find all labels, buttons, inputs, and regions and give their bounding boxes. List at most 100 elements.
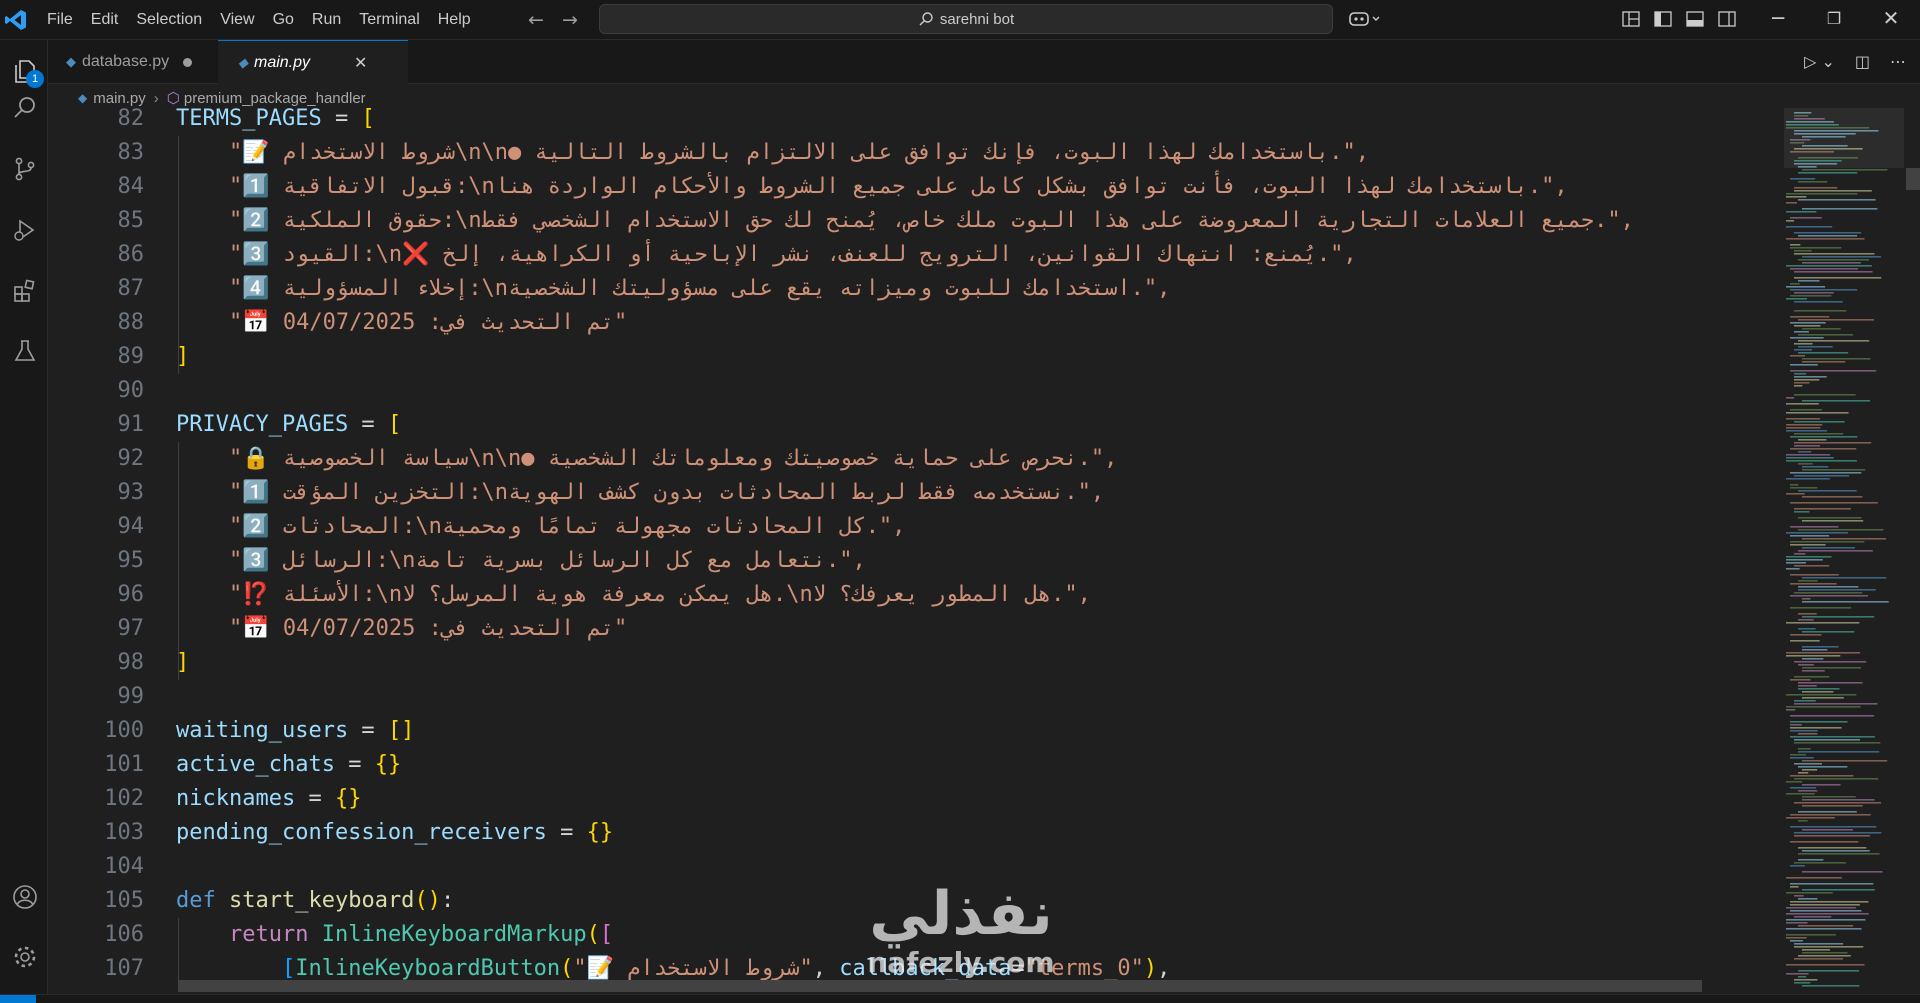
minimap-line (1794, 802, 1882, 804)
minimap-line (1802, 169, 1888, 171)
toggle-secondary-sidebar-icon[interactable] (1718, 11, 1736, 27)
code-text: def start_keyboard(): (176, 888, 455, 913)
search-icon[interactable] (12, 95, 38, 121)
unsaved-dot-icon[interactable] (183, 57, 193, 67)
restore-icon[interactable]: ❐ (1811, 9, 1857, 28)
toggle-primary-sidebar-icon[interactable] (1654, 11, 1672, 27)
minimap-line (1794, 190, 1872, 192)
minimap-line (1802, 769, 1818, 771)
forward-arrow-icon[interactable]: → (562, 9, 578, 31)
minimap-line (1790, 886, 1799, 888)
minimap-line (1786, 973, 1809, 975)
close-tab-icon[interactable]: ✕ (354, 53, 367, 73)
customize-layout-icon[interactable] (1622, 11, 1640, 27)
chevron-right-icon: › (153, 89, 159, 107)
code-line[interactable]: 82 TERMS_PAGES = [ (48, 108, 1778, 136)
account-icon[interactable] (12, 884, 38, 910)
minimap-line (1794, 187, 1838, 189)
code-line[interactable]: 97 "📅 تم التحديث في: 04/07/2025" (48, 612, 1778, 646)
minimap-line (1802, 469, 1866, 471)
code-line[interactable]: 91 PRIVACY_PAGES = [ (48, 408, 1778, 442)
code-line[interactable]: 87 "4️⃣ إخلاء المسؤولية:\nاستخدامك للبوت… (48, 272, 1778, 306)
minimap-line (1786, 193, 1858, 195)
code-line[interactable]: 99 (48, 680, 1778, 714)
tab-main-py[interactable]: ◆ main.py ✕ (218, 40, 408, 84)
code-line[interactable]: 94 "2️⃣ المحادثات:\nكل المحادثات مجهولة … (48, 510, 1778, 544)
code-text: pending_confession_receivers = {} (176, 820, 614, 845)
line-number: 105 (104, 888, 144, 913)
minimap-line (1790, 754, 1807, 756)
minimap-line (1802, 952, 1848, 954)
menu-file[interactable]: File (38, 11, 82, 29)
minimap-line (1790, 724, 1802, 726)
minimap-line (1794, 832, 1882, 834)
code-line[interactable]: 93 "1️⃣ التخزين المؤقت:\nنستخدمه فقط لرب… (48, 476, 1778, 510)
source-control-icon[interactable] (12, 156, 38, 182)
code-line[interactable]: 83 "📝 شروط الاستخدام\n\n● باستخدامك لهذا… (48, 136, 1778, 170)
vscode-logo-icon[interactable] (4, 8, 28, 32)
minimap-line (1794, 763, 1822, 765)
minimap-line (1790, 283, 1800, 285)
minimap-line (1794, 592, 1863, 594)
run-python-file-icon[interactable]: ▷ ⌄ (1804, 52, 1835, 71)
code-line[interactable]: 95 "3️⃣ الرسائل:\nنتعامل مع كل الرسائل ب… (48, 544, 1778, 578)
settings-gear-icon[interactable] (12, 944, 38, 970)
testing-icon[interactable] (12, 338, 38, 364)
code-line[interactable]: 90 (48, 374, 1778, 408)
code-line[interactable]: 89] (48, 340, 1778, 374)
minimap[interactable] (1784, 108, 1904, 992)
code-line[interactable]: 84 "1️⃣ قبول الاتفاقية:\nباستخدامك لهذا … (48, 170, 1778, 204)
vertical-scrollbar-thumb[interactable] (1906, 168, 1920, 190)
minimap-line (1794, 835, 1870, 837)
breadcrumb-file[interactable]: main.py (93, 90, 146, 107)
extensions-icon[interactable] (12, 278, 38, 304)
menu-selection[interactable]: Selection (127, 11, 211, 29)
code-editor[interactable]: 82 TERMS_PAGES = [83 "📝 شروط الاستخدام\n\… (48, 108, 1778, 992)
minimap-line (1794, 943, 1844, 945)
code-line[interactable]: 103 pending_confession_receivers = {} (48, 816, 1778, 850)
run-and-debug-icon[interactable] (12, 217, 38, 243)
close-window-icon[interactable]: ✕ (1868, 6, 1914, 30)
toggle-panel-icon[interactable] (1686, 11, 1704, 27)
menu-go[interactable]: Go (264, 11, 303, 29)
minimize-icon[interactable]: ─ (1755, 6, 1801, 30)
menu-run[interactable]: Run (303, 11, 350, 29)
code-text: "4️⃣ إخلاء المسؤولية:\nاستخدامك للبوت وم… (228, 276, 1171, 301)
menu-edit[interactable]: Edit (82, 11, 128, 29)
minimap-line (1786, 478, 1830, 480)
code-line[interactable]: 92 "🔒 سياسة الخصوصية\n\n● نحرص على حماية… (48, 442, 1778, 476)
minimap-line (1786, 298, 1808, 300)
copilot-icon[interactable] (1348, 9, 1384, 29)
line-number: 102 (104, 786, 144, 811)
minimap-line (1798, 529, 1884, 531)
line-number: 83 (117, 140, 145, 165)
code-line[interactable]: 96 "⁉️ الأسئلة:\nهل يمكن معرفة هوية المر… (48, 578, 1778, 612)
minimap-line (1786, 913, 1869, 915)
minimap-line (1786, 817, 1835, 819)
minimap-line (1798, 340, 1870, 342)
minimap-line (1794, 742, 1881, 744)
code-line[interactable]: 98] (48, 646, 1778, 680)
code-line[interactable]: 86 "3️⃣ القيود:\n❌ يُمنع: انتهاك القواني… (48, 238, 1778, 272)
code-line[interactable]: 100 waiting_users = [] (48, 714, 1778, 748)
menu-help[interactable]: Help (429, 11, 480, 29)
code-line[interactable]: 85 "2️⃣ حقوق الملكية:\nجميع العلامات الت… (48, 204, 1778, 238)
minimap-line (1790, 715, 1875, 717)
split-editor-icon[interactable]: ◫ (1855, 52, 1870, 71)
code-line[interactable]: 88 "📅 تم التحديث في: 04/07/2025" (48, 306, 1778, 340)
minimap-line (1794, 445, 1820, 447)
minimap-line (1790, 757, 1814, 759)
minimap-line (1790, 826, 1877, 828)
more-actions-icon[interactable]: ⋯ (1890, 52, 1906, 71)
menu-view[interactable]: View (211, 11, 263, 29)
menu-terminal[interactable]: Terminal (350, 11, 428, 29)
minimap-line (1798, 847, 1867, 849)
back-arrow-icon[interactable]: ← (528, 9, 544, 31)
breadcrumb-symbol[interactable]: premium_package_handler (184, 90, 366, 107)
minimap-line (1798, 859, 1824, 861)
command-center-search[interactable]: sarehni bot (599, 4, 1333, 34)
code-line[interactable]: 102 nicknames = {} (48, 782, 1778, 816)
code-line[interactable]: 101 active_chats = {} (48, 748, 1778, 782)
minimap-line (1798, 619, 1814, 621)
minimap-line (1786, 403, 1819, 405)
